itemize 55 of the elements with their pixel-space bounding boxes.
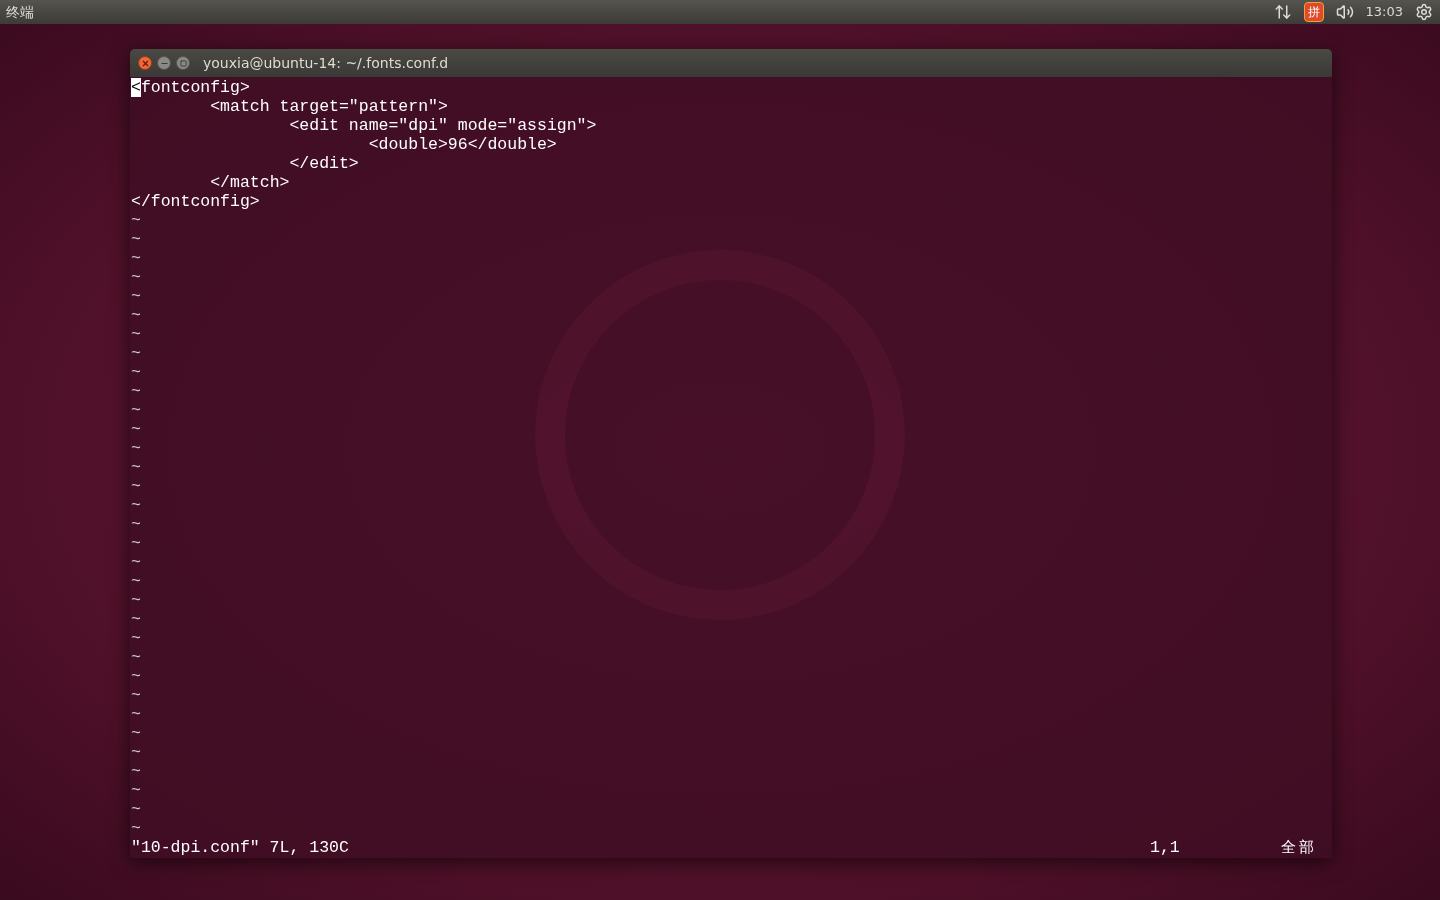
code-line: </fontconfig>	[131, 192, 261, 211]
empty-line-marker: ~	[131, 477, 141, 496]
clock[interactable]: 13:03	[1365, 2, 1403, 22]
empty-line-marker: ~	[131, 648, 141, 667]
status-message: "10-dpi.conf" 7L, 130C	[131, 838, 350, 857]
scroll-indicator: 全部	[1281, 838, 1317, 857]
empty-line-marker: ~	[131, 458, 141, 477]
empty-line-marker: ~	[131, 401, 141, 420]
empty-line-marker: ~	[131, 819, 141, 838]
empty-line-marker: ~	[131, 230, 141, 249]
maximize-button[interactable]	[176, 56, 190, 70]
app-title: 终端	[6, 2, 34, 22]
window-title: youxia@ubuntu-14: ~/.fonts.conf.d	[203, 53, 449, 73]
empty-line-marker: ~	[131, 306, 141, 325]
empty-line-marker: ~	[131, 211, 141, 230]
volume-icon[interactable]	[1335, 3, 1354, 21]
empty-line-marker: ~	[131, 724, 141, 743]
empty-line-marker: ~	[131, 686, 141, 705]
code-line: <fontconfig>	[131, 78, 251, 97]
empty-line-marker: ~	[131, 268, 141, 287]
minimize-button[interactable]	[157, 56, 171, 70]
empty-line-marker: ~	[131, 572, 141, 591]
empty-line-marker: ~	[131, 762, 141, 781]
code-line: </edit>	[288, 154, 360, 173]
input-method-indicator[interactable]: 拼	[1303, 2, 1324, 22]
empty-line-marker: ~	[131, 800, 141, 819]
cursor-position: 1,1	[1150, 838, 1181, 857]
empty-line-marker: ~	[131, 610, 141, 629]
empty-line-marker: ~	[131, 667, 141, 686]
empty-line-marker: ~	[131, 553, 141, 572]
empty-line-marker: ~	[131, 743, 141, 762]
close-button[interactable]	[138, 56, 152, 70]
empty-line-marker: ~	[131, 363, 141, 382]
empty-line-marker: ~	[131, 325, 141, 344]
empty-line-marker: ~	[131, 781, 141, 800]
code-line: </match>	[209, 173, 291, 192]
empty-line-marker: ~	[131, 515, 141, 534]
network-icon[interactable]	[1273, 3, 1292, 21]
empty-line-marker: ~	[131, 496, 141, 515]
text-cursor: <	[131, 78, 141, 97]
empty-line-marker: ~	[131, 382, 141, 401]
empty-line-marker: ~	[131, 344, 141, 363]
code-line: <double>96</double>	[367, 135, 558, 154]
code-line: <edit name="dpi" mode="assign">	[288, 116, 598, 135]
empty-line-marker: ~	[131, 591, 141, 610]
code-line: <match target="pattern">	[209, 97, 449, 116]
empty-line-marker: ~	[131, 705, 141, 724]
close-icon	[140, 58, 150, 68]
empty-line-marker: ~	[131, 249, 141, 268]
empty-line-marker: ~	[131, 420, 141, 439]
empty-line-marker: ~	[131, 287, 141, 306]
settings-icon[interactable]	[1415, 3, 1433, 21]
empty-line-marker: ~	[131, 534, 141, 553]
empty-line-marker: ~	[131, 629, 141, 648]
empty-line-marker: ~	[131, 439, 141, 458]
